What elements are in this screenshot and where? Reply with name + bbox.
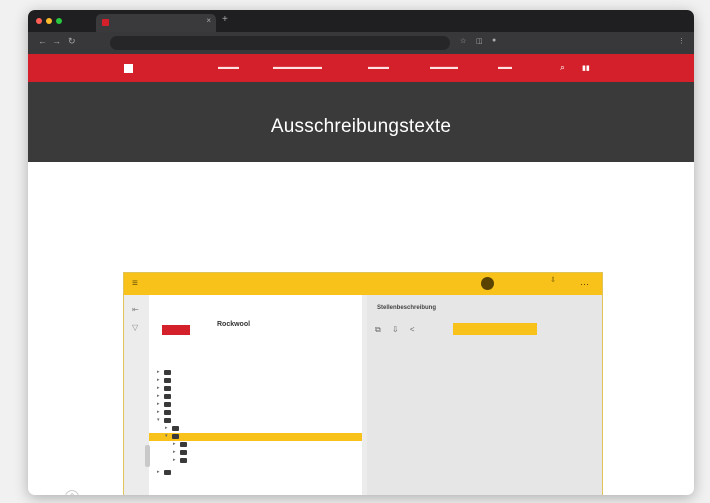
site-favicon <box>102 19 109 26</box>
detail-panel: Stellenbeschreibung ⧉ ⇩ < <box>367 295 602 495</box>
folder-icon <box>164 418 171 423</box>
rail-filter-icon[interactable]: ▽ <box>132 323 138 332</box>
browser-window: × + ← → ↻ ☆ ◫ ● ⋮ ▬▬▬ ▬▬▬▬▬▬▬ ▬▬▬ ▬▬▬▬ ▬… <box>28 10 694 495</box>
share-icon[interactable]: < <box>410 325 415 334</box>
tree-folder[interactable]: ▸ <box>149 469 362 477</box>
user-avatar-icon[interactable] <box>481 277 494 290</box>
expand-icon[interactable]: ▸ <box>157 409 160 415</box>
collapse-icon[interactable]: ▾ <box>157 417 160 423</box>
tree-folder[interactable]: ▸ <box>149 377 362 385</box>
expand-icon[interactable]: ▸ <box>165 425 168 431</box>
nav-link-5[interactable]: ▬▬ <box>498 64 512 71</box>
download-icon[interactable]: ⇩ <box>392 325 399 334</box>
expand-icon[interactable]: ▸ <box>157 401 160 407</box>
folder-icon <box>164 386 171 391</box>
tree-folder[interactable]: ▸ <box>149 401 362 409</box>
close-window-button[interactable] <box>36 18 42 24</box>
more-options-icon[interactable]: ⋯ <box>580 279 589 290</box>
expand-icon[interactable]: ▸ <box>157 385 160 391</box>
hero-banner: Ausschreibungstexte <box>28 82 694 162</box>
expand-icon[interactable]: ▸ <box>173 441 176 447</box>
detail-heading: Stellenbeschreibung <box>377 305 437 311</box>
tree-folder[interactable]: ▸ <box>149 385 362 393</box>
folder-icon <box>164 370 171 375</box>
star-icon[interactable]: ☆ <box>460 37 466 45</box>
folder-icon <box>172 426 179 431</box>
expand-icon[interactable]: ▸ <box>173 449 176 455</box>
folder-icon <box>172 434 179 439</box>
add-to-list-button[interactable] <box>453 323 537 335</box>
folder-icon <box>180 458 187 463</box>
folder-icon <box>180 442 187 447</box>
panel-resize-handle[interactable] <box>145 445 150 467</box>
brand-logo <box>162 325 190 335</box>
close-tab-icon[interactable]: × <box>206 16 211 25</box>
product-name: Rockwool <box>217 321 251 328</box>
tree-folder[interactable]: ▸ <box>149 393 362 401</box>
folder-icon <box>164 378 171 383</box>
tree-folder-selected[interactable]: ▾ <box>149 433 362 441</box>
header-action-button[interactable]: ⇩ <box>542 277 564 284</box>
copy-icon[interactable]: ⧉ <box>375 325 381 335</box>
tree-folder[interactable]: ▸ <box>149 457 362 465</box>
embedded-spec-app: ≡ ⇩ ⋯ ⇤ ▽ Rockwool ▸ ▸ ▸ ▸ ▸ ▸ ▾ ▸ ▾ ▸ ▸… <box>123 272 603 495</box>
folder-icon <box>180 450 187 455</box>
tree-folder[interactable]: ▸ <box>149 369 362 377</box>
expand-icon[interactable]: ▸ <box>157 377 160 383</box>
language-switch[interactable]: ▮▮ <box>582 64 590 72</box>
nav-link-3[interactable]: ▬▬▬ <box>368 64 389 71</box>
new-tab-icon[interactable]: + <box>222 14 228 25</box>
folder-icon <box>164 470 171 475</box>
help-icon[interactable]: ? <box>65 490 79 495</box>
collapse-icon[interactable]: ▾ <box>165 433 168 439</box>
folder-icon <box>164 394 171 399</box>
tree-folder[interactable]: ▸ <box>149 425 362 433</box>
back-icon[interactable]: ← <box>38 36 47 46</box>
minimize-window-button[interactable] <box>46 18 52 24</box>
tree-folder[interactable]: ▸ <box>149 441 362 449</box>
forward-icon[interactable]: → <box>52 36 61 46</box>
folder-icon <box>164 410 171 415</box>
browser-tab[interactable]: × <box>96 14 216 32</box>
detail-toolbar: ⧉ ⇩ < <box>375 325 424 335</box>
tree-folder[interactable]: ▾ <box>149 417 362 425</box>
folder-icon <box>164 402 171 407</box>
browser-menu-icon[interactable]: ⋮ <box>678 37 685 45</box>
tree-folder[interactable]: ▸ <box>149 449 362 457</box>
app-header: ≡ ⇩ ⋯ <box>124 273 602 295</box>
catalog-tree-panel: Rockwool ▸ ▸ ▸ ▸ ▸ ▸ ▾ ▸ ▾ ▸ ▸ ▸ ▸ <box>149 295 362 495</box>
rail-collapse-icon[interactable]: ⇤ <box>132 305 139 314</box>
menu-icon[interactable]: ≡ <box>132 278 138 289</box>
page-title: Ausschreibungstexte <box>270 116 452 137</box>
site-logo-icon[interactable] <box>124 64 133 73</box>
reload-icon[interactable]: ↻ <box>68 36 76 47</box>
profile-icon[interactable]: ● <box>492 37 496 44</box>
tree-folder[interactable]: ▸ <box>149 409 362 417</box>
expand-icon[interactable]: ▸ <box>157 393 160 399</box>
nav-link-1[interactable]: ▬▬▬ <box>218 64 239 71</box>
nav-link-4[interactable]: ▬▬▬▬ <box>430 64 458 71</box>
nav-link-2[interactable]: ▬▬▬▬▬▬▬ <box>273 64 322 71</box>
maximize-window-button[interactable] <box>56 18 62 24</box>
search-icon[interactable]: ⌕ <box>560 62 565 73</box>
tab-strip: × + <box>28 10 694 32</box>
expand-icon[interactable]: ▸ <box>173 457 176 463</box>
address-bar: ← → ↻ ☆ ◫ ● ⋮ <box>28 32 694 54</box>
url-input[interactable] <box>110 36 450 50</box>
site-navigation: ▬▬▬ ▬▬▬▬▬▬▬ ▬▬▬ ▬▬▬▬ ▬▬ ⌕ ▮▮ <box>28 54 694 82</box>
expand-icon[interactable]: ▸ <box>157 369 160 375</box>
expand-icon[interactable]: ▸ <box>157 469 160 475</box>
extensions-icon[interactable]: ◫ <box>476 37 483 45</box>
